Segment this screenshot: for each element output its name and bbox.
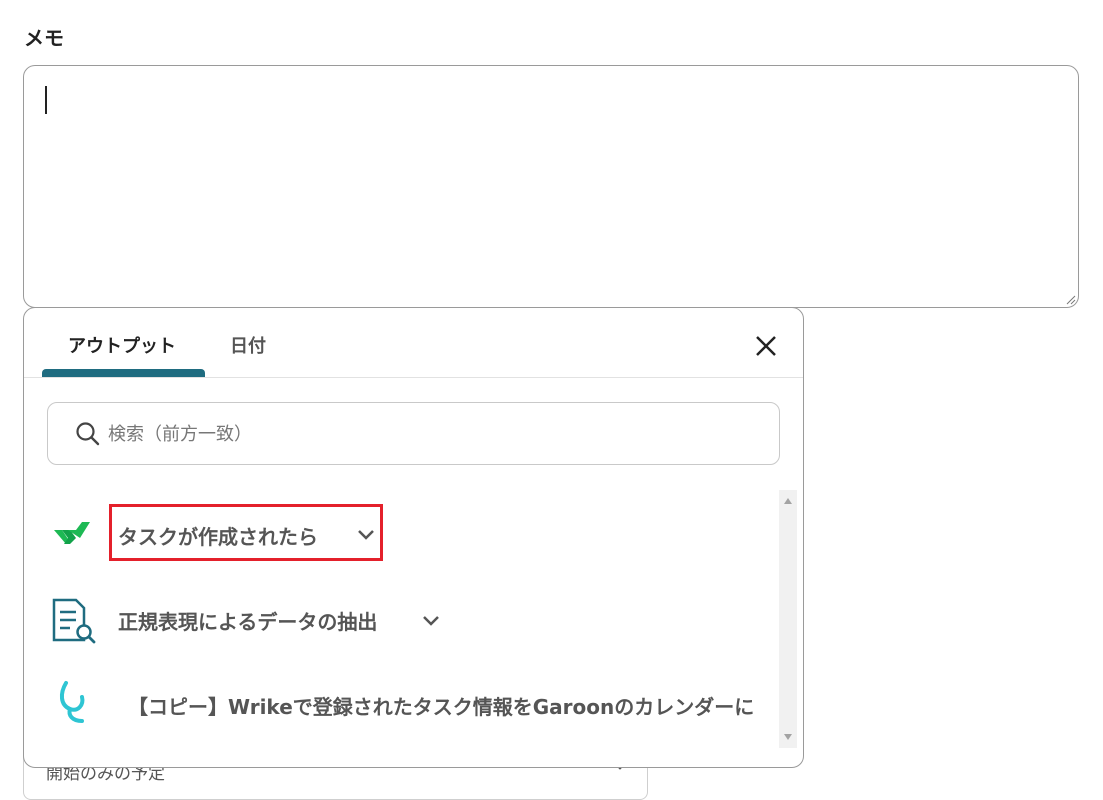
popup-tabs: アウトプット 日付	[24, 308, 803, 378]
list-item-label: 【コピー】Wrikeで登録されたタスク情報をGaroonのカレンダーに	[128, 695, 755, 719]
search-input[interactable]	[106, 419, 746, 449]
chevron-down-icon[interactable]	[422, 615, 440, 627]
close-icon[interactable]	[752, 332, 780, 360]
search-box	[47, 402, 780, 465]
scroll-up-icon[interactable]	[784, 498, 792, 504]
scroll-down-icon[interactable]	[784, 734, 792, 740]
resize-grip-icon[interactable]	[1066, 295, 1076, 305]
output-list: タスクが作成されたら 正規表現によるデータの抽出 【コピー】Wrikeで登録され…	[24, 490, 779, 748]
tab-output[interactable]: アウトプット	[68, 332, 176, 358]
text-caret	[45, 86, 47, 114]
list-scrollbar[interactable]	[779, 490, 797, 748]
highlight-box	[109, 504, 383, 561]
yoom-logo-icon	[59, 681, 85, 723]
variable-picker-popup: アウトプット 日付 タスクが作成されたら	[23, 307, 804, 768]
memo-textarea[interactable]	[23, 65, 1079, 308]
memo-label: メモ	[24, 26, 64, 50]
wrike-check-icon	[54, 522, 90, 544]
active-tab-indicator	[42, 369, 205, 377]
list-item-label: 正規表現によるデータの抽出	[118, 610, 378, 634]
list-item-regex-extract[interactable]: 正規表現によるデータの抽出	[24, 590, 779, 650]
search-icon	[76, 422, 100, 446]
document-search-icon	[52, 598, 96, 644]
list-item-copy-flow[interactable]: 【コピー】Wrikeで登録されたタスク情報をGaroonのカレンダーに	[24, 675, 779, 735]
list-item-task-created[interactable]: タスクが作成されたら	[24, 504, 779, 564]
tab-date[interactable]: 日付	[230, 332, 266, 358]
